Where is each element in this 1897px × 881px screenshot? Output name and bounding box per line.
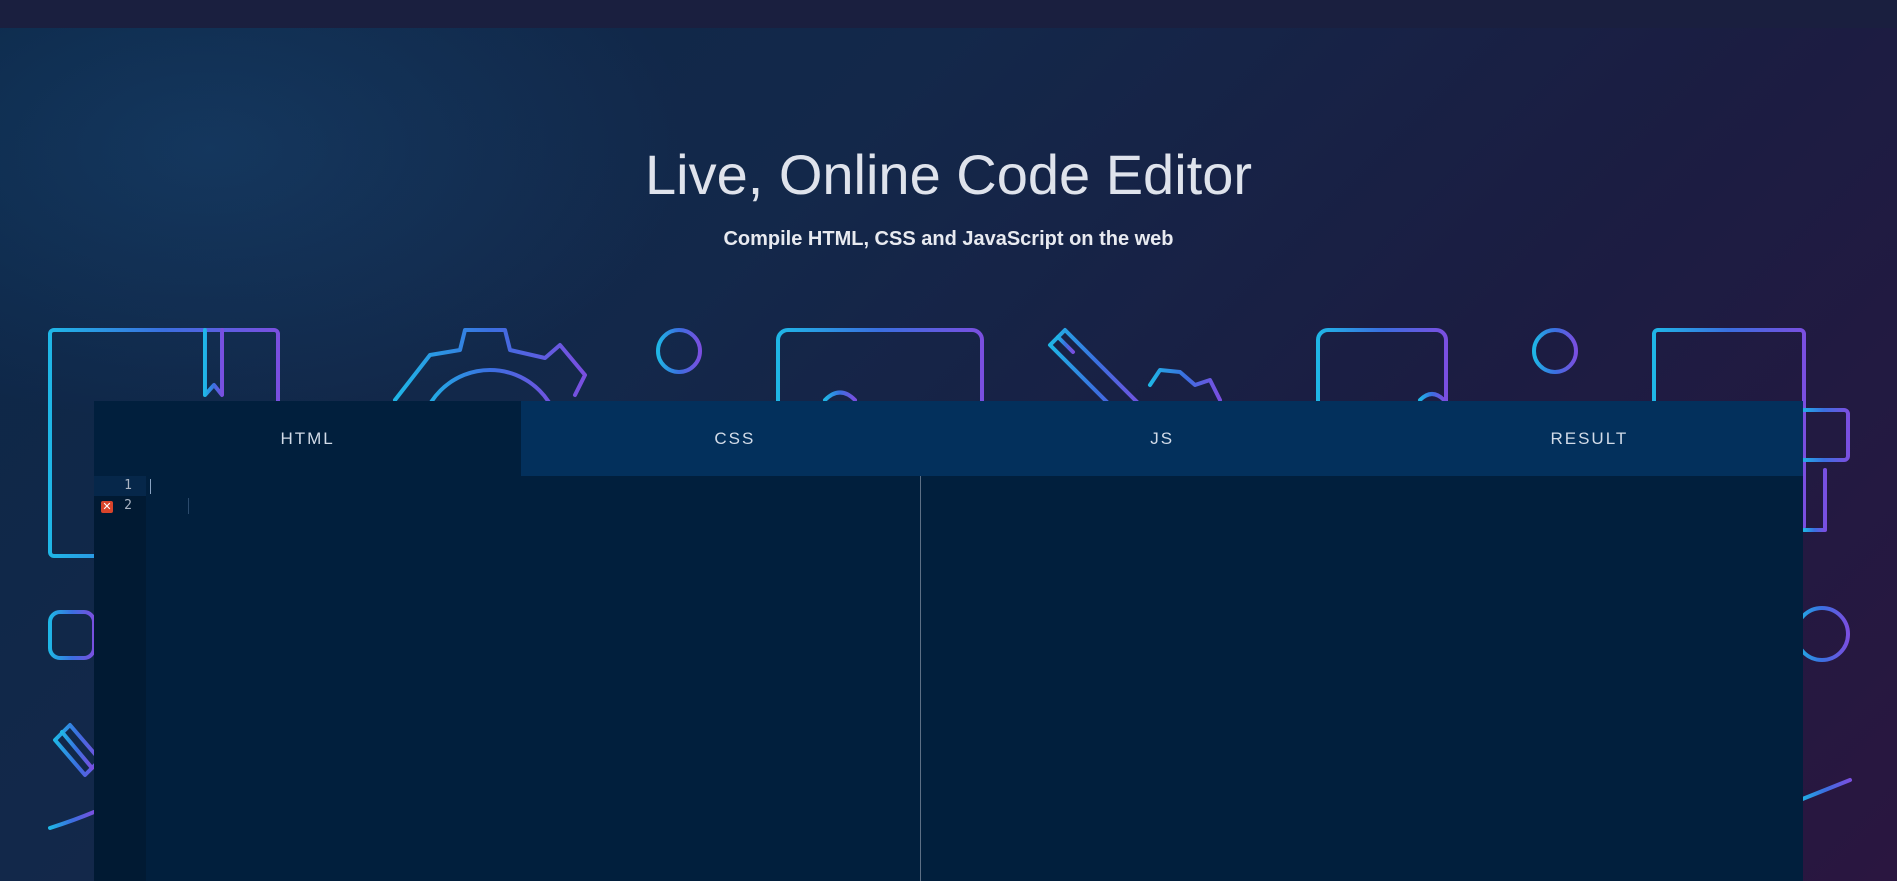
html-code-input[interactable] bbox=[146, 476, 920, 881]
pill-icon bbox=[48, 610, 96, 660]
page-subtitle: Compile HTML, CSS and JavaScript on the … bbox=[723, 228, 1174, 250]
page-title: Live, Online Code Editor bbox=[644, 143, 1252, 206]
indent-guide bbox=[188, 498, 189, 514]
top-bar bbox=[0, 0, 1897, 28]
tab-css[interactable]: CSS bbox=[521, 401, 948, 476]
tab-html[interactable]: HTML bbox=[94, 401, 522, 476]
arc-decoration bbox=[48, 810, 96, 830]
line-number: 2 bbox=[124, 498, 132, 513]
editor-panes: 1 ✕ 2 bbox=[94, 476, 1803, 881]
text-cursor bbox=[150, 479, 151, 494]
tab-result[interactable]: RESULT bbox=[1376, 401, 1803, 476]
circle-icon bbox=[1794, 606, 1850, 662]
line-number-gutter: 1 ✕ 2 bbox=[94, 476, 146, 881]
line-number: 1 bbox=[124, 478, 132, 493]
circle-icon bbox=[656, 328, 702, 374]
circle-icon bbox=[1532, 328, 1578, 374]
tab-js[interactable]: JS bbox=[949, 401, 1376, 476]
result-preview[interactable] bbox=[921, 476, 1803, 881]
code-editor: HTML CSS JS RESULT 1 ✕ 2 bbox=[94, 401, 1803, 881]
editor-tabs: HTML CSS JS RESULT bbox=[94, 401, 1803, 476]
line-decoration bbox=[1798, 778, 1852, 802]
